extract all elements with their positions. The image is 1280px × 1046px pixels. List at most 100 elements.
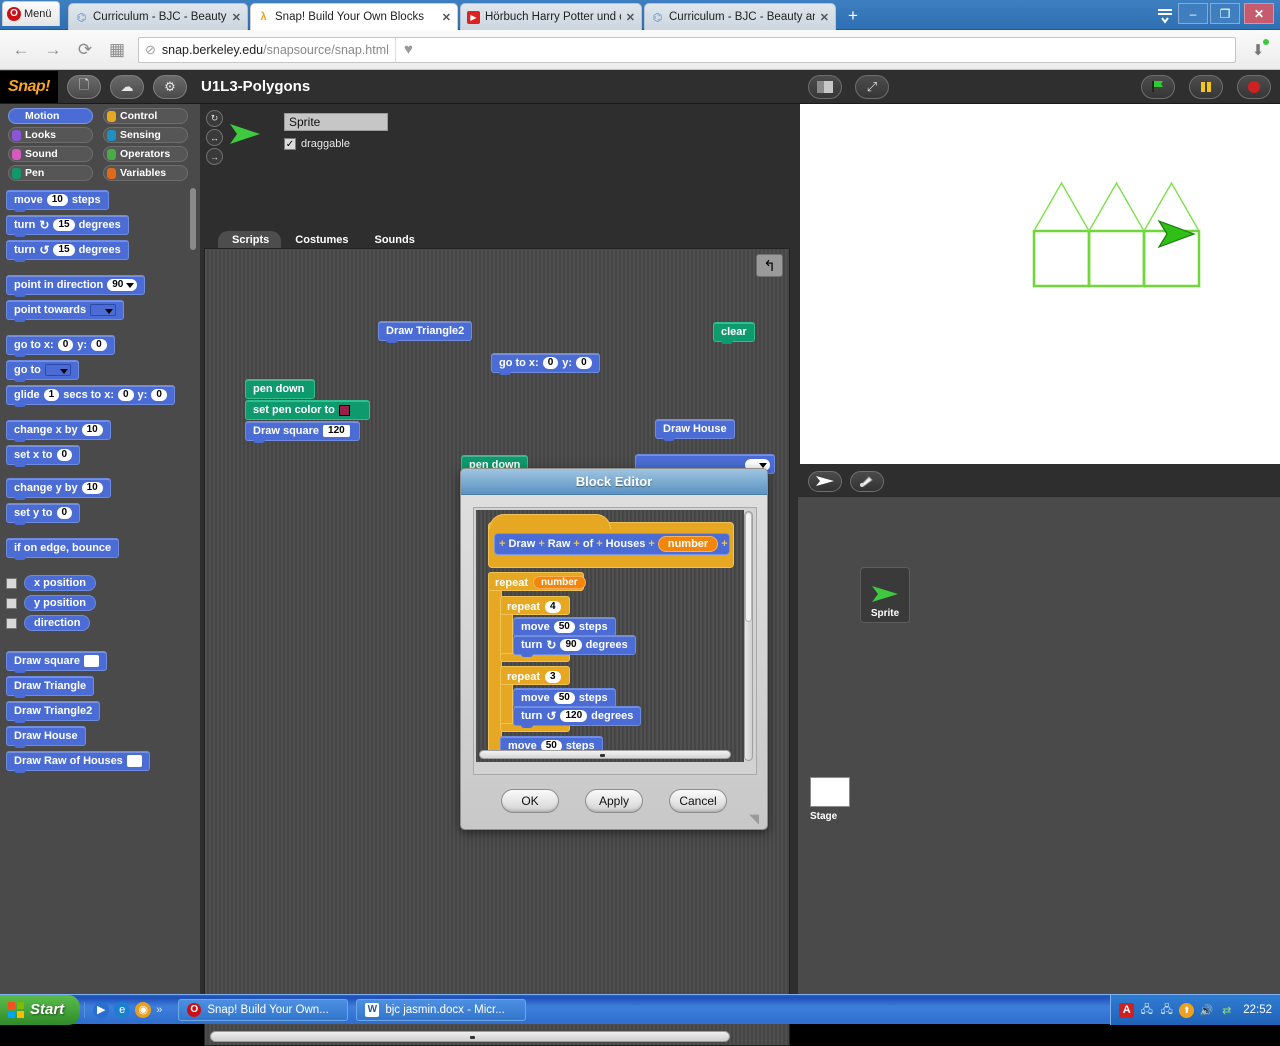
turn-slot[interactable]: 120 (560, 710, 588, 722)
direction-slot[interactable]: 90 (107, 279, 138, 291)
editor-vertical-scrollbar[interactable] (744, 511, 753, 761)
glide-y-slot[interactable]: 0 (151, 389, 167, 401)
apps-grid-icon[interactable]: ▦ (106, 39, 128, 61)
editor-scroll-thumb[interactable] (745, 512, 752, 622)
category-operators[interactable]: Operators (103, 146, 188, 162)
palette-reporter-x-position[interactable]: x position (24, 575, 96, 591)
script-block-set-pen-color[interactable]: set pen color to (245, 400, 370, 420)
script-block-draw-square[interactable]: Draw square 120 (245, 421, 360, 443)
glide-x-slot[interactable]: 0 (117, 389, 134, 401)
palette-block-draw-square[interactable]: Draw square (6, 651, 108, 673)
repeat-outer-param[interactable]: number (533, 576, 586, 589)
change-x-slot[interactable]: 10 (81, 424, 103, 436)
palette-block-go-to[interactable]: go to (6, 360, 79, 382)
change-y-slot[interactable]: 10 (81, 482, 103, 494)
script-block-pen-down[interactable]: pen down (245, 379, 315, 399)
point-towards-dropdown[interactable] (90, 304, 117, 316)
reload-icon[interactable]: ⟳ (74, 39, 96, 61)
proto-parameter-number[interactable]: number (657, 536, 719, 552)
pen-color-swatch[interactable] (338, 404, 350, 416)
set-y-slot[interactable]: 0 (56, 507, 73, 519)
category-control[interactable]: Control (103, 108, 188, 124)
apply-button[interactable]: Apply (585, 789, 643, 813)
palette-block-change-x[interactable]: change x by 10 (6, 420, 111, 442)
cancel-button[interactable]: Cancel (669, 789, 727, 813)
turn-slot[interactable]: 90 (560, 639, 582, 651)
palette-block-change-y[interactable]: change y by 10 (6, 478, 111, 500)
close-icon[interactable]: ✕ (232, 11, 241, 24)
palette-block-draw-raw-of-houses[interactable]: Draw Raw of Houses (6, 751, 150, 773)
script-block-draw-house[interactable]: Draw House (655, 419, 735, 441)
window-minimize-button[interactable]: – (1178, 3, 1208, 24)
repeat-3-slot[interactable]: 3 (545, 670, 561, 683)
volume-icon[interactable]: 🔊 (1199, 1003, 1214, 1018)
pause-icon[interactable] (1189, 74, 1223, 99)
browser-tab-3[interactable]: ▶ Hörbuch Harry Potter und de ✕ (460, 3, 642, 30)
block-editor-title[interactable]: Block Editor (461, 469, 767, 495)
plus-icon[interactable]: + (499, 538, 505, 550)
block-move-50-a[interactable]: move 50 steps (513, 617, 616, 639)
window-maximize-button[interactable]: ❐ (1210, 3, 1240, 24)
draw-square-slot[interactable]: 120 (323, 425, 350, 437)
chrome-icon[interactable]: ◉ (135, 1001, 152, 1018)
move-slot[interactable]: 50 (553, 692, 575, 704)
internet-explorer-icon[interactable]: e (114, 1001, 131, 1018)
plus-icon[interactable]: + (596, 538, 602, 550)
block-turn-90[interactable]: turn ↻ 90 degrees (513, 635, 636, 657)
script-block-clear[interactable]: clear (713, 322, 755, 344)
corral-stage-item[interactable]: Stage (810, 777, 850, 822)
browser-tab-1[interactable]: ⌬ Curriculum - BJC - Beauty and ✕ (68, 3, 248, 30)
plus-icon[interactable]: + (648, 538, 654, 550)
repeat-3-head[interactable]: repeat 3 (500, 666, 570, 685)
block-turn-120[interactable]: turn ↺ 120 degrees (513, 706, 642, 728)
close-icon[interactable]: ✕ (820, 11, 829, 24)
close-icon[interactable]: ✕ (442, 11, 451, 24)
browser-tab-2[interactable]: λ Snap! Build Your Own Blocks ✕ (250, 3, 458, 30)
cloud-icon[interactable]: ☁ (110, 74, 144, 99)
palette-reporter-direction[interactable]: direction (24, 615, 91, 631)
settings-gear-icon[interactable]: ⚙ (153, 74, 187, 99)
download-icon[interactable]: ⬇ (1246, 38, 1270, 62)
block-editor-canvas[interactable]: + Draw + Raw + of + Houses + number + re… (476, 510, 744, 762)
palette-block-turn-cw[interactable]: turn ↻ 15 degrees (6, 215, 129, 237)
block-move-50-b[interactable]: move 50 steps (513, 688, 616, 710)
palette-block-set-x[interactable]: set x to 0 (6, 445, 81, 467)
network-error-icon[interactable]: 🖧 (1159, 1003, 1174, 1018)
category-sound[interactable]: Sound (8, 146, 93, 162)
goto-x-slot[interactable]: 0 (57, 339, 74, 351)
stage[interactable] (800, 104, 1280, 464)
new-tab-button[interactable]: + (843, 7, 863, 27)
palette-block-point-towards[interactable]: point towards (6, 300, 125, 322)
draggable-checkbox[interactable]: ✓ (284, 138, 296, 150)
forward-icon[interactable]: → (42, 39, 64, 61)
palette-reporter-y-position[interactable]: y position (24, 595, 96, 611)
rotate-leftright-icon[interactable]: ↔ (206, 129, 223, 146)
repeat-4-head[interactable]: repeat 4 (500, 596, 570, 615)
opera-menu-button[interactable]: O Menü (2, 1, 60, 26)
window-close-button[interactable]: ✕ (1244, 3, 1274, 24)
draw-square-input-slot[interactable] (84, 655, 100, 667)
undo-arrow-icon[interactable]: ↰ (756, 254, 783, 277)
tab-sounds[interactable]: Sounds (360, 231, 427, 249)
block-editor-dialog[interactable]: Block Editor + Draw + Raw + of + Houses … (460, 468, 768, 830)
browser-tab-4[interactable]: ⌬ Curriculum - BJC - Beauty an ✕ (644, 3, 836, 30)
tab-costumes[interactable]: Costumes (281, 231, 361, 249)
goto-x-slot[interactable]: 0 (542, 357, 559, 369)
palette-block-turn-ccw[interactable]: turn ↺ 15 degrees (6, 240, 129, 262)
go-to-dropdown[interactable] (44, 364, 71, 376)
draw-raw-input-slot[interactable] (126, 755, 142, 767)
rotate-none-icon[interactable]: → (206, 148, 223, 165)
stop-icon[interactable] (1237, 74, 1271, 99)
script-block-draw-triangle2[interactable]: Draw Triangle2 (378, 321, 473, 343)
category-sensing[interactable]: Sensing (103, 127, 188, 143)
category-motion[interactable]: Motion (8, 108, 93, 124)
scripts-horizontal-scrollbar[interactable] (210, 1031, 730, 1042)
palette-block-set-y[interactable]: set y to 0 (6, 503, 81, 525)
goto-y-slot[interactable]: 0 (91, 339, 107, 351)
move-steps-slot[interactable]: 10 (46, 194, 68, 206)
category-pen[interactable]: Pen (8, 165, 93, 181)
plus-icon[interactable]: + (721, 538, 727, 550)
taskbar-window-word[interactable]: W bjc jasmin.docx - Micr... (356, 998, 527, 1021)
editor-horizontal-scrollbar[interactable] (479, 750, 731, 759)
tab-scripts[interactable]: Scripts (218, 231, 282, 249)
